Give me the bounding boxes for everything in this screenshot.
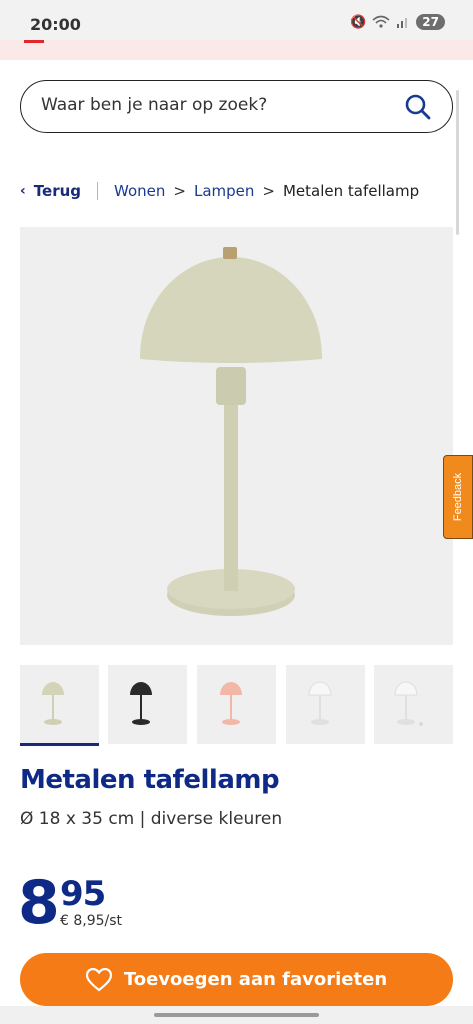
status-icons: 🔇 27 xyxy=(350,14,445,30)
price-cents: 95 xyxy=(60,874,106,914)
price-unit: € 8,95/st xyxy=(60,913,123,929)
breadcrumb-divider xyxy=(97,182,99,200)
battery-badge: 27 xyxy=(416,14,445,30)
breadcrumb: ‹ Terug Wonen > Lampen > Metalen tafella… xyxy=(20,179,419,203)
mute-icon: 🔇 xyxy=(350,14,367,30)
feedback-label: Feedback xyxy=(452,472,464,522)
breadcrumb-link-wonen[interactable]: Wonen xyxy=(114,182,165,200)
lamp-thumbnail-black xyxy=(130,682,152,725)
thumbnail-2[interactable] xyxy=(108,665,187,744)
chevron-right-icon: > xyxy=(173,182,186,200)
lamp-thumbnail-pink xyxy=(220,682,242,725)
add-to-favorites-label: Toevoegen aan favorieten xyxy=(123,969,388,990)
thumbnail-1[interactable] xyxy=(20,665,99,746)
search-icon[interactable] xyxy=(404,93,432,121)
thumbnail-selected-indicator xyxy=(20,743,99,746)
product-title: Metalen tafellamp xyxy=(20,765,280,795)
status-bar: 20:00 🔇 27 xyxy=(0,0,473,40)
back-link[interactable]: ‹ Terug xyxy=(20,182,81,200)
lamp-image xyxy=(140,247,322,616)
breadcrumb-link-lampen[interactable]: Lampen xyxy=(194,182,254,200)
thumbnail-4[interactable] xyxy=(286,665,365,744)
chevron-right-icon: > xyxy=(262,182,275,200)
thumbnail-strip xyxy=(20,665,453,746)
price-whole: 8 xyxy=(18,868,60,938)
feedback-tab[interactable]: Feedback xyxy=(443,455,473,539)
product-image[interactable] xyxy=(20,227,453,645)
back-label: Terug xyxy=(33,182,82,200)
search-bar[interactable]: Waar ben je naar op zoek? xyxy=(20,80,453,133)
product-subtitle: Ø 18 x 35 cm | diverse kleuren xyxy=(20,809,283,829)
lamp-thumbnail-white-2 xyxy=(394,681,423,726)
status-time: 20:00 xyxy=(30,15,81,34)
banner-mark xyxy=(24,40,44,43)
thumbnail-3[interactable] xyxy=(197,665,276,744)
lamp-thumbnail-white xyxy=(308,681,332,725)
lamp-thumbnail-green xyxy=(42,682,64,725)
signal-icon xyxy=(397,18,408,28)
chevron-left-icon: ‹ xyxy=(20,183,26,199)
add-to-favorites-button[interactable]: Toevoegen aan favorieten xyxy=(20,953,453,1006)
scrollbar[interactable] xyxy=(456,90,459,235)
thumbnail-5[interactable] xyxy=(374,665,453,744)
top-banner xyxy=(0,40,473,60)
wifi-icon xyxy=(372,15,390,28)
heart-icon xyxy=(85,967,112,991)
home-indicator[interactable] xyxy=(154,1013,319,1017)
search-input[interactable]: Waar ben je naar op zoek? xyxy=(41,95,267,115)
breadcrumb-current: Metalen tafellamp xyxy=(282,182,420,200)
